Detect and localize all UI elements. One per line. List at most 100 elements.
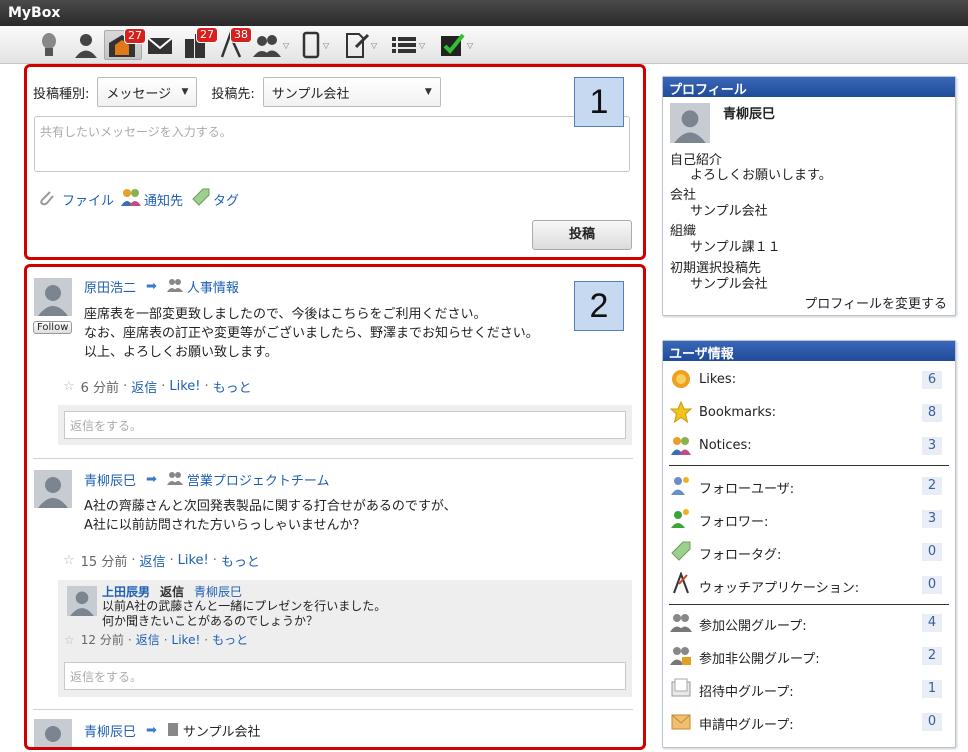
section-divider: [669, 465, 949, 466]
building-icon[interactable]: 27: [182, 27, 218, 60]
invitation-icon: [670, 677, 692, 703]
edit-profile-link[interactable]: プロフィールを変更する: [804, 293, 947, 312]
post-dest-label: 投稿先:: [211, 86, 255, 102]
follow-button[interactable]: Follow: [33, 321, 73, 334]
profile-header: プロフィール: [663, 77, 955, 98]
like-link[interactable]: Like!: [178, 553, 209, 568]
comment-verb: 返信: [160, 585, 185, 599]
post-line: A社に以前訪問された方いらっしゃいませんか？: [84, 518, 366, 533]
envelope-icon: [670, 710, 692, 736]
followers-icon: [670, 507, 692, 533]
post-dest-value: サンプル会社: [271, 86, 350, 102]
post-time: 15 分前: [80, 555, 128, 570]
post-body: A社の齊藤さんと次回発表製品に関する打合せがあるのですが、 A社に以前訪問された…: [84, 497, 457, 535]
sun-icon: [670, 368, 692, 394]
post-divider: [33, 458, 633, 459]
userinfo-count: 3: [922, 510, 942, 528]
reply-input[interactable]: 返信をする。: [64, 662, 626, 690]
userinfo-count: 1: [922, 680, 942, 698]
reply-link[interactable]: 返信: [131, 377, 157, 396]
lightbulb-icon[interactable]: [38, 30, 60, 60]
avatar[interactable]: [67, 586, 97, 616]
section-divider: [669, 604, 949, 605]
app-title-bar: MyBox: [0, 0, 968, 26]
mail-icon[interactable]: [146, 30, 174, 60]
checkbox-icon[interactable]: ▽: [438, 30, 473, 60]
message-input[interactable]: 共有したいメッセージを入力する。: [34, 116, 630, 172]
more-link[interactable]: もっと: [221, 551, 260, 570]
follow-users-icon: [670, 474, 692, 500]
comment-author[interactable]: 上田辰男: [102, 583, 150, 600]
building-badge: 27: [196, 27, 218, 43]
post-time: 6 分前: [80, 381, 120, 396]
post-dest-select[interactable]: サンプル会社 ▼: [262, 77, 441, 107]
avatar[interactable]: [34, 278, 72, 316]
like-link[interactable]: Like!: [172, 633, 201, 647]
post-author[interactable]: 青柳辰巳: [84, 721, 136, 740]
post-type-select[interactable]: メッセージ ▼: [97, 77, 198, 107]
chevron-down-icon: ▽: [323, 40, 330, 50]
post-divider: [33, 709, 633, 710]
arrow-right-icon: ➡: [146, 472, 157, 487]
arrow-right-icon: ➡: [146, 723, 157, 738]
userinfo-label: Notices:: [699, 438, 752, 453]
userinfo-label: フォローユーザ:: [699, 482, 795, 497]
user-icon[interactable]: [72, 30, 100, 60]
userinfo-label: 申請中グループ:: [699, 718, 794, 733]
post-target[interactable]: 営業プロジェクトチーム: [187, 470, 330, 489]
callout-2: 2: [574, 281, 624, 331]
mobile-icon[interactable]: ▽: [300, 30, 329, 60]
post-body: 座席表を一部変更致しましたので、今後はこちらをご利用ください。 なお、座席表の訂…: [84, 305, 539, 362]
post-type-label: 投稿種別:: [33, 86, 90, 102]
profile-name: 青柳辰巳: [723, 107, 776, 122]
userinfo-label: 参加公開グループ:: [699, 619, 807, 634]
post-author[interactable]: 青柳辰巳: [84, 470, 136, 489]
tag-icon: [191, 187, 211, 211]
reply-link[interactable]: 返信: [139, 551, 165, 570]
userinfo-count: 8: [922, 404, 942, 422]
like-link[interactable]: Like!: [169, 379, 200, 394]
star-icon[interactable]: ☆: [64, 633, 75, 647]
userinfo-count: 0: [922, 543, 942, 561]
watch-icon[interactable]: 38: [218, 27, 252, 60]
avatar[interactable]: [34, 719, 72, 747]
userinfo-label: フォロワー:: [699, 515, 769, 530]
feed-section: Follow 原田浩二 ➡ 人事情報 座席表を一部変更致しましたので、今後はこち…: [24, 264, 646, 750]
avatar[interactable]: [34, 470, 72, 508]
tag-link[interactable]: タグ: [213, 190, 239, 209]
chevron-down-icon: ▽: [371, 40, 378, 50]
list-icon[interactable]: ▽: [390, 30, 425, 60]
avatar[interactable]: [670, 103, 710, 143]
star-icon: [669, 400, 693, 427]
userinfo-count: 2: [922, 477, 942, 495]
compose-section: 投稿種別: メッセージ ▼ 投稿先: サンプル会社 ▼ 共有したいメッセージを入力す…: [24, 64, 646, 260]
reply-area: 返信をする。: [58, 405, 632, 445]
star-icon[interactable]: ☆: [63, 553, 75, 568]
file-link[interactable]: ファイル: [62, 190, 114, 209]
comment-to[interactable]: 青柳辰巳: [194, 583, 242, 600]
post-target[interactable]: サンプル会社: [183, 721, 261, 740]
post-target[interactable]: 人事情報: [187, 277, 239, 296]
post-line: 座席表を一部変更致しましたので、今後はこちらをご利用ください。: [84, 307, 487, 322]
userinfo-panel: ユーザ情報 Likes: 6 Bookmarks: 8 Notices: 3 フ…: [662, 340, 956, 748]
more-link[interactable]: もっと: [212, 631, 248, 648]
notify-link[interactable]: 通知先: [144, 190, 183, 209]
notify-users-icon: [670, 434, 692, 460]
portal-icon[interactable]: 27: [104, 28, 146, 60]
reply-input[interactable]: 返信をする。: [64, 411, 626, 439]
company-value: サンプル会社: [690, 204, 768, 219]
group-icon[interactable]: ▽: [252, 30, 289, 60]
more-link[interactable]: もっと: [213, 377, 252, 396]
document-pen-icon[interactable]: ▽: [344, 30, 377, 60]
reply-link[interactable]: 返信: [136, 631, 160, 648]
userinfo-label: 参加非公開グループ:: [699, 652, 820, 667]
portal-badge: 27: [124, 28, 146, 44]
comment-area: 上田辰男 返信 青柳辰巳 以前A社の武藤さんと一緒にプレゼンを行いました。 何か…: [58, 580, 632, 697]
userinfo-label: 招待中グループ:: [699, 685, 794, 700]
submit-post-button[interactable]: 投稿: [532, 220, 632, 250]
tag-icon: [670, 540, 692, 566]
group-icon: [166, 278, 183, 296]
star-icon[interactable]: ☆: [63, 379, 75, 394]
post-author[interactable]: 原田浩二: [84, 277, 136, 296]
comment-time: 12 分前: [80, 633, 124, 647]
